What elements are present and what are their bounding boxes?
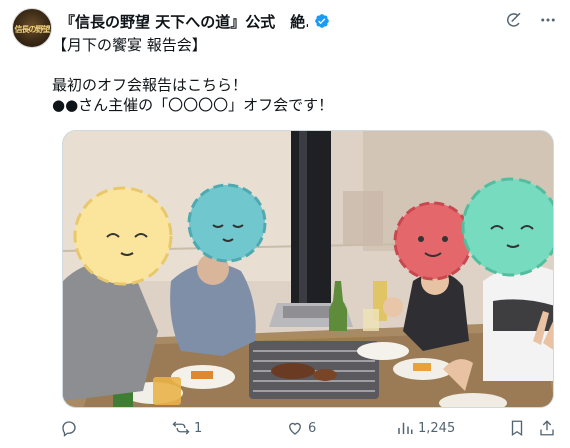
retweet-icon [172,421,190,435]
share-button[interactable] [538,419,556,437]
face-sticker-red [393,201,473,281]
reply-icon [62,421,76,437]
post-text: 【月下の饗宴 報告会】 最初のオフ会報告はこちら！ ●●さん主催の「〇〇〇〇」オ… [52,36,334,114]
verified-badge-icon [315,14,329,28]
header-actions [504,10,558,30]
face-sticker-mint [461,177,553,277]
like-button[interactable]: 6 [286,419,316,437]
reply-button[interactable] [60,419,78,437]
heart-icon [289,422,301,435]
like-count: 6 [308,420,317,436]
face-sticker-yellow [73,186,173,286]
retweet-button[interactable]: 1 [172,419,202,437]
share-icon [540,420,554,436]
bookmark-button[interactable] [508,419,526,437]
avatar-logo-text: 信長の野望 [14,24,51,34]
face-sticker-teal [187,183,267,263]
avatar[interactable]: 信長の野望 [12,8,52,48]
post-actions: 1 6 1,245 [60,416,558,440]
grok-icon[interactable] [504,10,524,30]
more-icon[interactable] [538,10,558,30]
post-header: 『信長の野望 天下への道』公式 絶... [60,10,558,32]
views-button[interactable]: 1,245 [396,419,455,437]
retweet-count: 1 [194,420,203,436]
display-name[interactable]: 『信長の野望 天下への道』公式 絶... [60,11,308,32]
bookmark-icon [511,420,523,437]
post-photo[interactable] [62,130,554,408]
views-icon [398,422,413,434]
views-count: 1,245 [418,420,456,436]
